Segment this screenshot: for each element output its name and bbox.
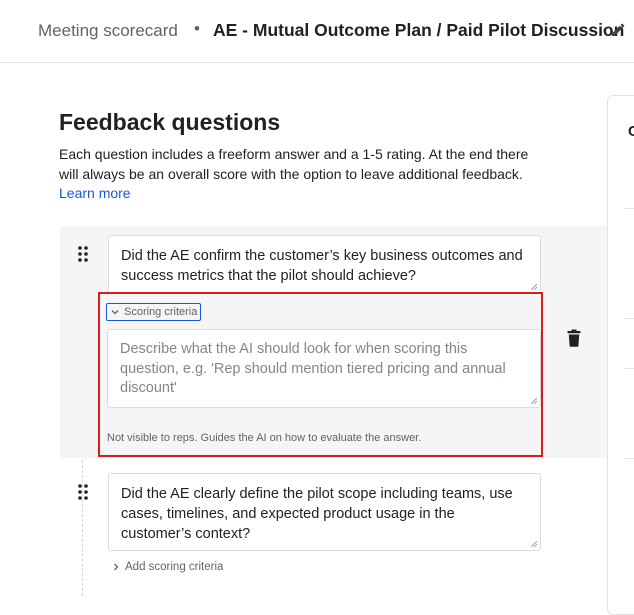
scoring-criteria-placeholder: Describe what the AI should look for whe… [120, 341, 506, 396]
add-scoring-criteria-button[interactable]: Add scoring criteria [112, 561, 223, 573]
drag-handle-icon[interactable] [77, 483, 89, 501]
section-title: Feedback questions [59, 109, 281, 135]
drag-handle-icon[interactable] [77, 245, 89, 263]
question-2-input[interactable]: Did the AE clearly define the pilot scop… [108, 473, 541, 551]
right-panel-divider [624, 368, 634, 369]
breadcrumb-meeting-scorecard[interactable]: Meeting scorecard [38, 21, 178, 41]
add-scoring-criteria-label: Add scoring criteria [125, 561, 224, 573]
breadcrumb-separator: • [194, 19, 200, 38]
section-description: Each question includes a freeform answer… [59, 145, 539, 204]
pencil-icon[interactable] [610, 22, 626, 38]
learn-more-link[interactable]: Learn more [59, 185, 131, 201]
scoring-criteria-input[interactable]: Describe what the AI should look for whe… [107, 329, 541, 408]
resize-handle-icon[interactable] [530, 283, 537, 290]
right-side-panel: C [607, 95, 634, 615]
resize-handle-icon[interactable] [530, 397, 537, 404]
question-1-input[interactable]: Did the AE confirm the customer’s key bu… [108, 235, 541, 294]
chevron-down-icon [111, 310, 119, 315]
question-2-text: Did the AE clearly define the pilot scop… [121, 486, 513, 542]
scoring-criteria-label: Scoring criteria [124, 306, 198, 318]
trash-icon[interactable] [567, 329, 581, 347]
right-panel-divider [624, 458, 634, 459]
page-title: AE - Mutual Outcome Plan / Paid Pilot Di… [213, 20, 625, 40]
question-connector-line [82, 460, 83, 596]
right-panel-divider [624, 318, 634, 319]
right-panel-divider [624, 208, 634, 209]
question-1-text: Did the AE confirm the customer’s key bu… [121, 248, 523, 284]
resize-handle-icon[interactable] [530, 540, 537, 547]
top-header: Meeting scorecard • AE - Mutual Outcome … [0, 0, 634, 63]
section-description-text: Each question includes a freeform answer… [59, 146, 529, 182]
scoring-criteria-helper-text: Not visible to reps. Guides the AI on ho… [107, 432, 422, 444]
right-panel-heading: C [628, 123, 634, 140]
scoring-criteria-toggle[interactable]: Scoring criteria [106, 303, 202, 321]
chevron-right-icon [114, 563, 119, 571]
